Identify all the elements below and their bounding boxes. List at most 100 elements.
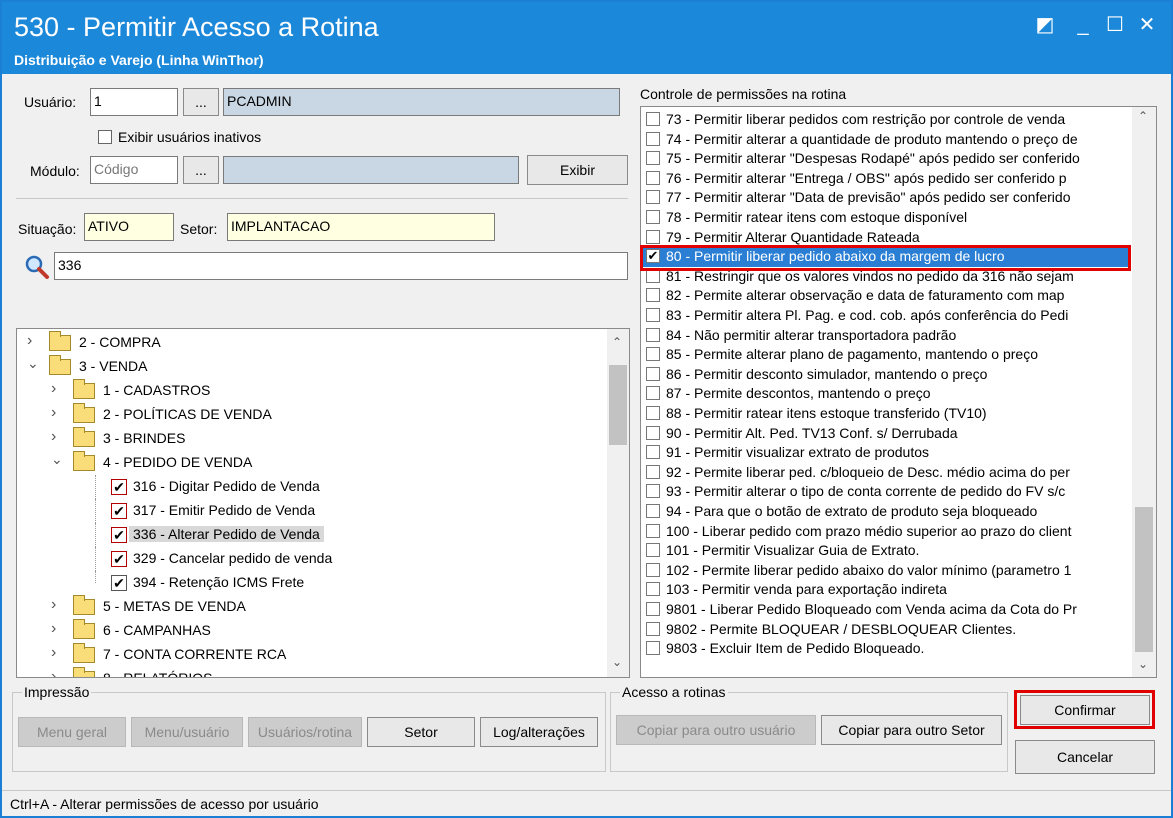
expand-icon[interactable]: ›: [51, 668, 56, 677]
permission-checkbox[interactable]: [646, 523, 660, 538]
restore-icon[interactable]: ◩: [1030, 12, 1060, 38]
permission-checkbox[interactable]: [646, 543, 660, 558]
permission-item[interactable]: 82 - Permite alterar observação e data d…: [641, 286, 1131, 306]
permission-item[interactable]: 77 - Permitir alterar "Data de previsão"…: [641, 188, 1131, 208]
tree-scrollbar[interactable]: ⌃ ⌄: [607, 329, 629, 677]
tree-item-checkbox[interactable]: ✔: [111, 575, 127, 591]
routine-tree[interactable]: › 2 - COMPRA ⌄ 3 - VENDA › 1 - CADASTROS › 2 - …: [16, 328, 630, 678]
permission-item[interactable]: 103 - Permitir venda para exportação ind…: [641, 580, 1131, 600]
permission-checkbox[interactable]: [646, 562, 660, 577]
permission-item[interactable]: 91 - Permitir visualizar extrato de prod…: [641, 443, 1131, 463]
permission-item[interactable]: 74 - Permitir alterar a quantidade de pr…: [641, 130, 1131, 150]
tree-item-checkbox[interactable]: ✔: [111, 527, 127, 543]
permission-item[interactable]: 88 - Permitir ratear itens estoque trans…: [641, 404, 1131, 424]
tree-item[interactable]: ✔ 329 - Cancelar pedido de venda: [17, 547, 605, 571]
permission-checkbox[interactable]: [646, 366, 660, 381]
permissions-scroll-thumb[interactable]: [1135, 507, 1153, 652]
tree-item[interactable]: › 3 - BRINDES: [17, 427, 605, 451]
permission-item[interactable]: 78 - Permitir ratear itens com estoque d…: [641, 208, 1131, 228]
expand-icon[interactable]: ›: [27, 332, 32, 350]
expand-icon[interactable]: ›: [51, 428, 56, 446]
permission-checkbox[interactable]: [646, 445, 660, 460]
permissions-list[interactable]: 73 - Permitir liberar pedidos com restri…: [640, 106, 1157, 678]
permission-checkbox[interactable]: [646, 406, 660, 420]
inativos-checkbox[interactable]: [98, 130, 112, 144]
permission-item[interactable]: 73 - Permitir liberar pedidos com restri…: [641, 110, 1131, 130]
expand-icon[interactable]: ›: [51, 620, 56, 638]
search-icon[interactable]: [24, 254, 50, 280]
tree-item[interactable]: › 1 - CADASTROS: [17, 379, 605, 403]
maximize-button[interactable]: ☐: [1100, 12, 1130, 38]
permission-checkbox[interactable]: [646, 386, 660, 401]
permission-checkbox[interactable]: [646, 151, 660, 166]
usuarios-rotina-button[interactable]: Usuários/rotina: [248, 717, 362, 747]
permission-item[interactable]: 84 - Não permitir alterar transportadora…: [641, 326, 1131, 346]
minimize-button[interactable]: _: [1068, 12, 1098, 38]
tree-item[interactable]: ✔ 336 - Alterar Pedido de Venda: [17, 523, 605, 547]
permission-checkbox[interactable]: [646, 621, 660, 636]
permission-item[interactable]: 75 - Permitir alterar "Despesas Rodapé" …: [641, 149, 1131, 169]
permission-checkbox[interactable]: [646, 170, 660, 185]
tree-item-checkbox[interactable]: ✔: [111, 503, 127, 519]
permission-checkbox[interactable]: [646, 582, 660, 597]
scroll-down-icon[interactable]: ⌄: [1138, 657, 1148, 671]
permission-checkbox[interactable]: [646, 484, 660, 499]
permission-item[interactable]: 93 - Permitir alterar o tipo de conta co…: [641, 482, 1131, 502]
permission-checkbox[interactable]: [646, 504, 660, 518]
tree-item[interactable]: › 6 - CAMPANHAS: [17, 619, 605, 643]
permission-item[interactable]: 9802 - Permite BLOQUEAR / DESBLOQUEAR Cl…: [641, 620, 1131, 640]
permission-checkbox[interactable]: [646, 288, 660, 303]
tree-item[interactable]: ⌄ 4 - PEDIDO DE VENDA: [17, 451, 605, 475]
close-button[interactable]: ✕: [1132, 12, 1162, 38]
tree-item[interactable]: ✔ 394 - Retenção ICMS Frete: [17, 571, 605, 595]
modulo-browse-button[interactable]: ...: [183, 156, 219, 184]
permission-checkbox[interactable]: [646, 210, 660, 224]
tree-item[interactable]: › 5 - METAS DE VENDA: [17, 595, 605, 619]
tree-item[interactable]: › 7 - CONTA CORRENTE RCA: [17, 643, 605, 667]
permission-checkbox[interactable]: [646, 190, 660, 205]
setor-button[interactable]: Setor: [367, 717, 475, 747]
expand-icon[interactable]: ›: [51, 380, 56, 398]
usuario-browse-button[interactable]: ...: [183, 88, 219, 116]
usuario-code-input[interactable]: 1: [90, 88, 178, 116]
permission-item[interactable]: 85 - Permite alterar plano de pagamento,…: [641, 345, 1131, 365]
log-alteracoes-button[interactable]: Log/alterações: [480, 717, 598, 747]
scroll-up-icon[interactable]: ⌃: [1138, 109, 1148, 123]
exibir-button[interactable]: Exibir: [527, 155, 628, 185]
tree-item[interactable]: ✔ 317 - Emitir Pedido de Venda: [17, 499, 605, 523]
permission-checkbox[interactable]: [646, 347, 660, 362]
permission-item[interactable]: 94 - Para que o botão de extrato de prod…: [641, 502, 1131, 522]
permission-item[interactable]: 87 - Permite descontos, mantendo o preço: [641, 384, 1131, 404]
expand-icon[interactable]: ›: [51, 644, 56, 662]
permission-item[interactable]: 76 - Permitir alterar "Entrega / OBS" ap…: [641, 169, 1131, 189]
permission-item[interactable]: 101 - Permitir Visualizar Guia de Extrat…: [641, 541, 1131, 561]
tree-item-checkbox[interactable]: ✔: [111, 551, 127, 567]
tree-scroll-thumb[interactable]: [609, 365, 627, 445]
permissions-scrollbar[interactable]: ⌃ ⌄: [1132, 107, 1156, 677]
collapse-icon[interactable]: ⌄: [51, 451, 63, 468]
tree-item[interactable]: › 8 - RELATÓRIOS: [17, 667, 605, 677]
collapse-icon[interactable]: ⌄: [27, 355, 39, 372]
scroll-up-icon[interactable]: ⌃: [612, 335, 622, 349]
expand-icon[interactable]: ›: [51, 596, 56, 614]
tree-item[interactable]: › 2 - POLÍTICAS DE VENDA: [17, 403, 605, 427]
permission-item[interactable]: 9803 - Excluir Item de Pedido Bloqueado.: [641, 639, 1131, 659]
permission-checkbox[interactable]: [646, 131, 660, 146]
tree-item-checkbox[interactable]: ✔: [111, 479, 127, 495]
permission-item[interactable]: 86 - Permitir desconto simulador, manten…: [641, 365, 1131, 385]
permission-checkbox[interactable]: [646, 425, 660, 440]
menu-geral-button[interactable]: Menu geral: [18, 717, 126, 747]
modulo-code-input[interactable]: Código: [90, 156, 178, 184]
permission-item[interactable]: 100 - Liberar pedido com prazo médio sup…: [641, 522, 1131, 542]
tree-item[interactable]: ✔ 316 - Digitar Pedido de Venda: [17, 475, 605, 499]
permission-checkbox[interactable]: [646, 602, 660, 616]
permission-item[interactable]: 92 - Permite liberar ped. c/bloqueio de …: [641, 463, 1131, 483]
permission-checkbox[interactable]: [646, 641, 660, 656]
permission-checkbox[interactable]: [646, 112, 660, 126]
copiar-usuario-button[interactable]: Copiar para outro usuário: [616, 715, 816, 745]
tree-item[interactable]: ⌄ 3 - VENDA: [17, 355, 605, 379]
permission-item[interactable]: 90 - Permitir Alt. Ped. TV13 Conf. s/ De…: [641, 424, 1131, 444]
permission-checkbox[interactable]: [646, 229, 660, 244]
scroll-down-icon[interactable]: ⌄: [612, 655, 622, 669]
permission-item[interactable]: 9801 - Liberar Pedido Bloqueado com Vend…: [641, 600, 1131, 620]
